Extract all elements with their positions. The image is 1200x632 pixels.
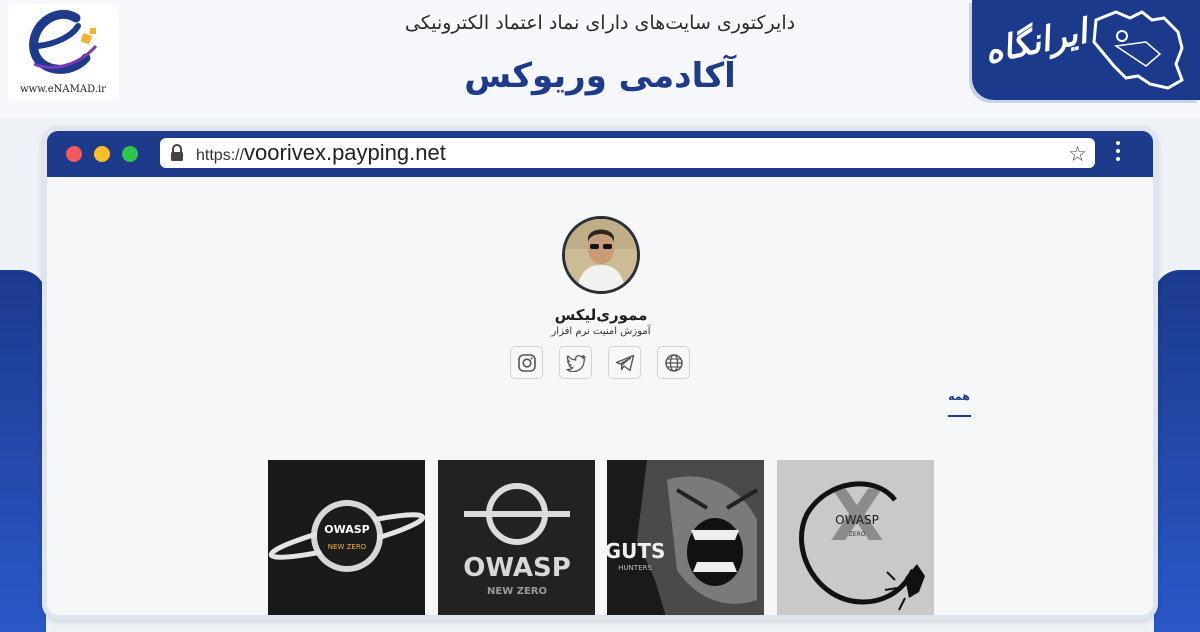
irangah-logo-text: ایرانگاه [980,11,1091,73]
instagram-button[interactable] [510,346,543,379]
product-image: OWASP NEW ZERO [463,483,571,597]
product-subtitle: ZERO [849,531,866,538]
globe-icon [664,353,683,372]
product-subtitle: HUNTERS [618,564,652,572]
browser-toolbar: https://voorivex.payping.net ☆ [47,131,1153,177]
close-window-button[interactable] [66,146,82,162]
bookmark-star-icon[interactable]: ☆ [1068,142,1087,166]
url-protocol: https:// [196,147,245,164]
twitter-icon [565,354,586,372]
tab-active-indicator [948,415,971,417]
browser-menu-icon[interactable] [1114,141,1122,165]
avatar[interactable] [562,216,640,294]
address-bar[interactable]: https://voorivex.payping.net ☆ [160,138,1095,168]
enamad-logo[interactable]: www.eNAMAD.ir [8,4,118,100]
profile-name: مموری‌لیکس [554,306,648,324]
product-subtitle: NEW ZERO [328,543,367,551]
site-title: آکادمی وریوکس [464,56,736,96]
enamad-site-label: www.eNAMAD.ir [20,84,106,95]
instagram-icon [517,353,536,372]
decorative-stripe-right [1154,270,1200,632]
banner: www.eNAMAD.ir دایرکتوری سایت‌های دارای ن… [0,0,1200,118]
avatar-photo [565,219,637,291]
enamad-e-icon [29,9,98,74]
product-title: GUTS [607,539,665,563]
product-title: OWASP [324,523,370,536]
irangah-logo[interactable]: ایرانگاه [972,0,1200,100]
profile-subtitle: آموزش امنیت نرم افزار [551,326,651,337]
tab-all[interactable]: همه [944,390,974,403]
iran-map-icon [1092,10,1184,90]
product-card[interactable]: GUTS HUNTERS [607,460,764,615]
product-title: OWASP [835,513,879,527]
directory-title: دایرکتوری سایت‌های دارای نماد اعتماد الک… [404,12,796,34]
product-title: OWASP [463,553,571,583]
telegram-icon [615,354,634,371]
url-text: https://voorivex.payping.net [196,140,446,166]
minimize-window-button[interactable] [94,146,110,162]
product-image: OWASP NEW ZERO [268,500,425,572]
decorative-stripe-left [0,270,46,632]
product-image: GUTS HUNTERS [607,460,764,615]
twitter-button[interactable] [559,346,592,379]
product-image: X OWASP ZERO [799,475,925,611]
product-card[interactable]: OWASP NEW ZERO [438,460,595,615]
lock-icon [171,144,183,161]
website-button[interactable] [657,346,690,379]
url-host: voorivex.payping.net [244,140,446,165]
product-card[interactable]: X OWASP ZERO [777,460,934,615]
browser-window: https://voorivex.payping.net ☆ مموری‌لیک… [42,126,1158,620]
product-subtitle: NEW ZERO [487,586,547,597]
product-card[interactable]: OWASP NEW ZERO [268,460,425,615]
maximize-window-button[interactable] [122,146,138,162]
telegram-button[interactable] [608,346,641,379]
